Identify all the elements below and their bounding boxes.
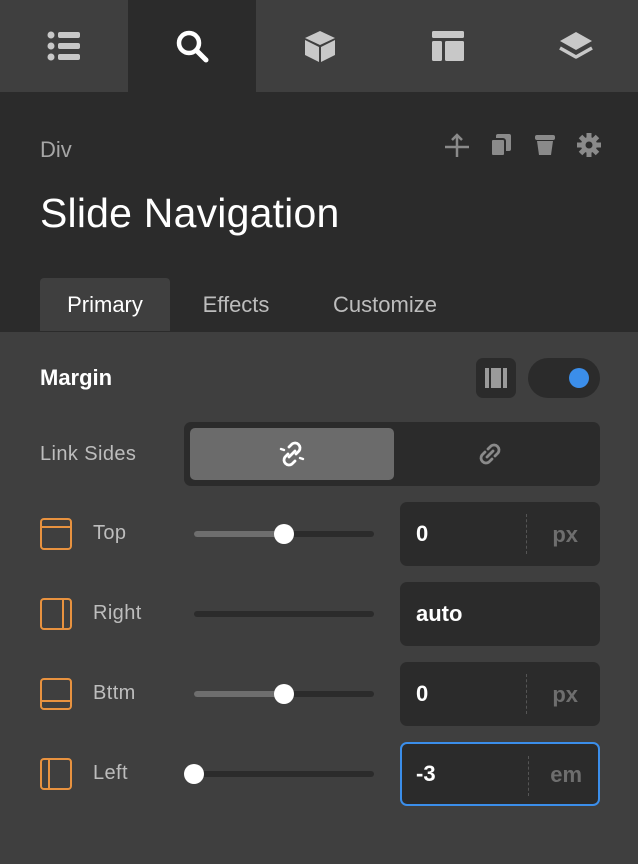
margin-left-input[interactable]: -3 em [400,742,600,806]
margin-bottom-value[interactable]: 0 [416,681,428,707]
margin-left-value[interactable]: -3 [416,761,436,787]
tab-customize[interactable]: Customize [314,278,456,331]
cube-icon [305,31,335,62]
margin-top-icon [40,518,72,550]
spacing-mode-button[interactable] [476,358,516,398]
top-toolbar [0,0,638,92]
header-actions [444,132,602,158]
unlink-sides-option[interactable] [190,428,394,480]
margin-row-left: Left -3 em [0,742,638,806]
margin-top-unit[interactable]: px [552,522,578,548]
tab-effects[interactable]: Effects [184,278,288,331]
margin-top-label: Top [93,522,127,544]
margin-left-icon [40,758,72,790]
toolbar-search-button[interactable] [128,0,256,92]
margin-top-input[interactable]: 0 px [400,502,600,566]
slider-thumb[interactable] [184,764,204,784]
toolbar-layout-button[interactable] [384,0,512,92]
delete-icon[interactable] [532,132,558,158]
field-divider [526,674,527,714]
unlink-icon [279,441,305,467]
slider-fill [194,531,284,537]
margin-row-right: Right auto [0,582,638,646]
duplicate-icon[interactable] [488,132,514,158]
margin-left-unit[interactable]: em [550,762,582,788]
layout-icon [432,31,464,61]
margin-right-slider[interactable] [194,611,374,617]
margin-top-slider[interactable] [194,524,374,544]
slider-fill [194,691,284,697]
link-sides-option[interactable] [388,428,592,480]
margin-left-slider[interactable] [184,764,374,784]
element-title: Slide Navigation [40,190,340,236]
toolbar-navigator-button[interactable] [0,0,128,92]
tab-primary[interactable]: Primary [40,278,170,331]
field-divider [526,514,527,554]
margin-right-label: Right [93,602,142,624]
margin-bottom-input[interactable]: 0 px [400,662,600,726]
margin-right-icon [40,598,72,630]
layers-icon [559,32,593,59]
element-type-label: Div [40,137,72,162]
list-icon [47,31,80,61]
margin-right-input[interactable]: auto [400,582,600,646]
margin-row-top: Top 0 px [0,502,638,566]
link-icon [479,443,501,465]
margin-bottom-unit[interactable]: px [552,682,578,708]
margin-bottom-label: Bttm [93,682,136,704]
margin-toggle[interactable] [528,358,600,398]
link-sides-segmented [184,422,600,486]
margin-top-value[interactable]: 0 [416,521,428,547]
search-icon [176,30,209,63]
settings-icon[interactable] [576,132,602,158]
toolbar-layers-button[interactable] [512,0,638,92]
link-sides-label: Link Sides [40,443,137,465]
select-parent-icon[interactable] [444,132,470,158]
section-title-margin: Margin [40,365,113,390]
slider-thumb[interactable] [274,524,294,544]
margin-bottom-slider[interactable] [194,684,374,704]
margin-bottom-icon [40,678,72,710]
spacing-icon [485,368,507,388]
field-divider [528,756,529,796]
element-header: Div Slide Navigation Primary Effects Cus… [0,92,638,332]
margin-left-label: Left [93,762,128,784]
margin-row-bottom: Bttm 0 px [0,662,638,726]
toggle-knob [569,368,589,388]
margin-right-value[interactable]: auto [416,601,462,627]
slider-thumb[interactable] [274,684,294,704]
toolbar-components-button[interactable] [256,0,384,92]
